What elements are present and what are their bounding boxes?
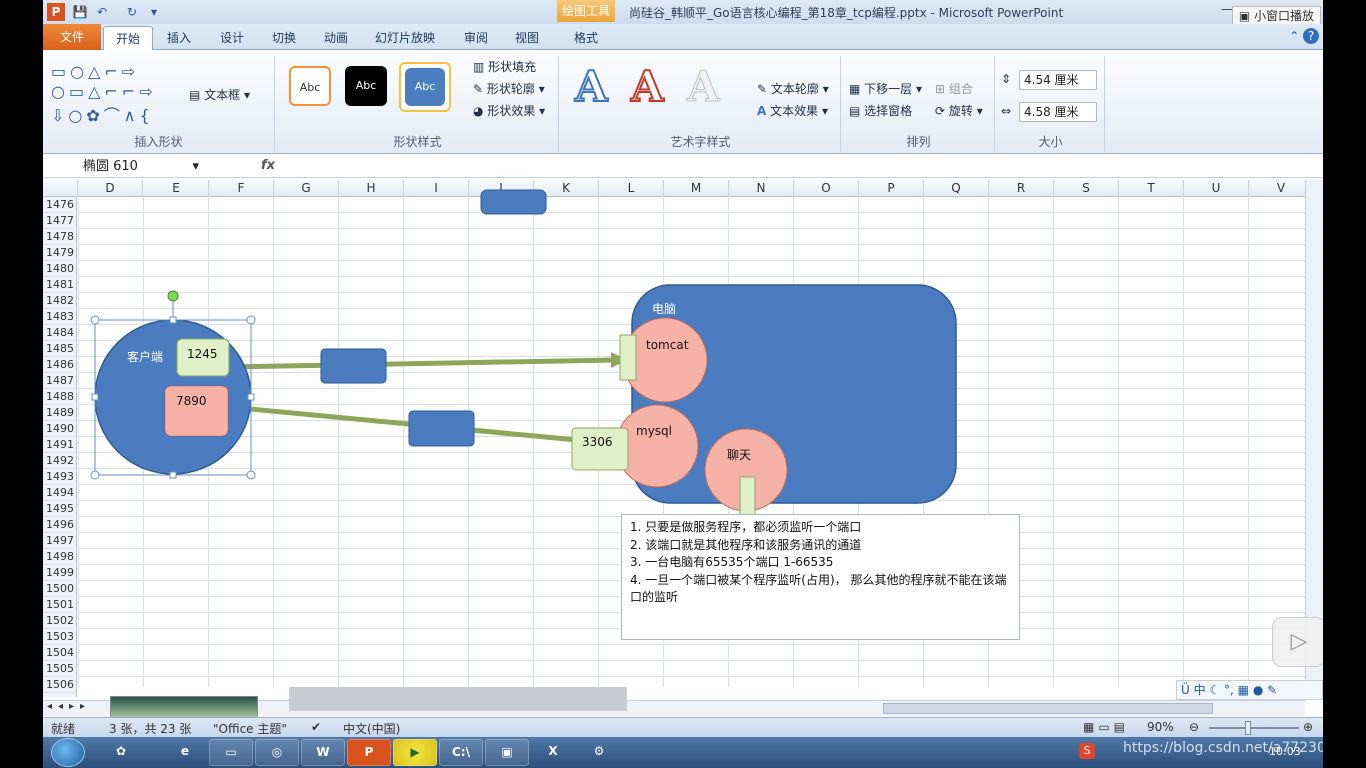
resize-handle-nw[interactable] [90, 315, 100, 325]
sheet-nav-arrows-icon[interactable]: ◂◂▸▸ [47, 701, 91, 712]
ime-toolbar[interactable]: Ü 中 ☾ °, ▦ ● ✎ [1176, 680, 1323, 700]
zoom-in-icon[interactable]: ⊕ [1303, 720, 1313, 734]
note-line-2: 2. 该端口就是其他程序和该服务通讯的通道 [630, 537, 862, 552]
resize-handle-w[interactable] [91, 393, 99, 401]
taskbar-excel-icon[interactable]: X [531, 739, 575, 766]
taskbar-tool-icon[interactable]: ⚙ [577, 739, 621, 766]
tomcat-label: tomcat [646, 338, 689, 352]
connection-line-2[interactable] [228, 404, 578, 443]
video-play-button[interactable]: ▷ [1272, 617, 1323, 667]
sogou-ime-icon[interactable]: S [1079, 743, 1095, 759]
packet-box-2[interactable] [408, 410, 475, 447]
taskbar-chrome-icon[interactable]: ◎ [255, 739, 299, 766]
taskbar-cmd-icon[interactable]: C:\ [439, 739, 483, 766]
status-language[interactable]: 中文(中国) [343, 720, 400, 737]
status-slide-count: 3 张，共 23 张 [109, 722, 192, 736]
note-line-1: 1. 只要是做服务程序，都必须监听一个端口 [630, 520, 862, 534]
rotation-handle[interactable] [167, 290, 179, 302]
port-7890-label: 7890 [176, 394, 207, 408]
start-button[interactable] [51, 738, 85, 767]
resize-handle-e[interactable] [247, 393, 255, 401]
client-label: 客户端 [127, 350, 164, 364]
resize-handle-n[interactable] [169, 316, 177, 324]
zoom-slider-thumb[interactable] [1245, 721, 1251, 735]
partial-rectangle-shape[interactable] [480, 189, 547, 215]
powerpoint-window: P 💾 ↶ ↻ ▾ 绘图工具 尚硅谷_韩顺平_Go语言核心编程_第18章_tcp… [43, 0, 1323, 768]
slide-thumbnail[interactable] [110, 696, 258, 718]
notes-textbox[interactable]: 1. 只要是做服务程序，都必须监听一个端口 2. 该端口就是其他程序和该服务通讯… [621, 514, 1020, 640]
resize-handle-ne[interactable] [246, 315, 256, 325]
view-buttons-icon[interactable]: ▦▭▤ [1083, 720, 1129, 734]
horizontal-scroll-thumb[interactable] [883, 703, 1213, 714]
status-theme: "Office 主题" [213, 722, 287, 736]
resize-handle-se[interactable] [246, 470, 256, 480]
port-1245-label: 1245 [187, 347, 218, 361]
zoom-slider[interactable] [1209, 727, 1299, 729]
taskbar-remote-icon[interactable]: ▣ [485, 739, 529, 766]
status-bar: 就绪 3 张，共 23 张 "Office 主题" ✔ 中文(中国) ▦▭▤ 9… [43, 717, 1323, 737]
mysql-label: mysql [636, 424, 672, 438]
ime-options-icon: ☾ °, ▦ ● ✎ [1209, 683, 1278, 697]
ime-logo-icon: Ü [1181, 683, 1190, 697]
zoom-level[interactable]: 90% [1147, 720, 1174, 734]
spellcheck-icon[interactable]: ✔ [311, 720, 321, 734]
overlay-scroll-thumb[interactable] [289, 687, 627, 711]
taskbar-video-icon[interactable]: ▶ [393, 739, 437, 766]
resize-handle-s[interactable] [169, 471, 177, 479]
taskbar-ie-icon[interactable]: e [163, 739, 207, 766]
tomcat-port-tab[interactable] [619, 334, 637, 381]
slide-diagram: 客户端 1245 7890 电脑 tomcat mysql 3306 聊天 1.… [43, 0, 1323, 737]
packet-box-1[interactable] [320, 348, 387, 384]
status-ready: 就绪 [51, 722, 76, 736]
taskbar-word-icon[interactable]: W [301, 739, 345, 766]
connection-arrow-1[interactable] [228, 357, 616, 370]
watermark-text: https://blog.csdn.net/a772304419 [1123, 740, 1323, 756]
taskbar-powerpoint-icon[interactable]: P [347, 739, 391, 766]
taskbar-app-icon-1[interactable]: ✿ [99, 739, 143, 766]
taskbar-explorer-icon[interactable]: ▭ [209, 739, 253, 766]
note-line-4: 4. 一旦一个端口被某个程序监听(占用)， 那么其他的程序就不能在该端口的监听 [630, 572, 1007, 605]
port-3306-label: 3306 [582, 435, 613, 449]
chat-label: 聊天 [727, 448, 752, 462]
resize-handle-sw[interactable] [90, 470, 100, 480]
ime-mode: 中 [1193, 683, 1206, 697]
note-line-3: 3. 一台电脑有65535个端口 1-66535 [630, 555, 834, 569]
computer-label: 电脑 [652, 302, 677, 316]
zoom-out-icon[interactable]: ⊖ [1189, 720, 1199, 734]
